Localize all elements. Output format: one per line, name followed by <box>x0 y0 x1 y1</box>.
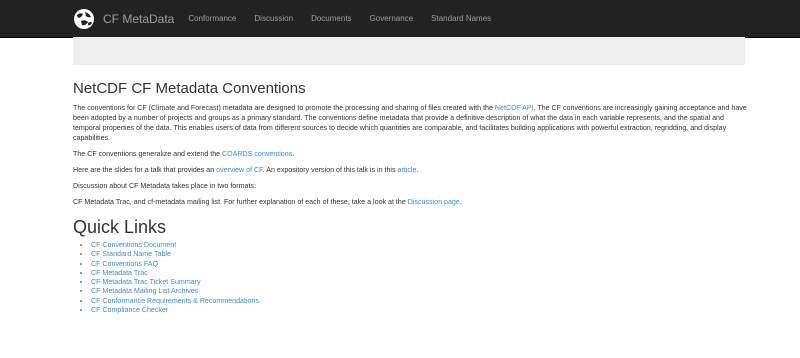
article-link[interactable]: article <box>398 166 417 174</box>
nav-documents[interactable]: Documents <box>311 14 351 23</box>
quick-link-mailing-list-archives[interactable]: CF Metadata Mailing List Archives <box>91 287 198 295</box>
trac-paragraph: CF Metadata Trac, and cf-metadata mailin… <box>73 197 753 207</box>
quick-links-heading: Quick Links <box>73 217 167 237</box>
list-item: CF Metadata Mailing List Archives <box>91 287 753 296</box>
quick-links-list: CF Conventions Document CF Standard Name… <box>73 241 753 315</box>
nav-standard-names[interactable]: Standard Names <box>431 14 491 23</box>
quick-link-compliance-checker[interactable]: CF Compliance Checker <box>91 306 168 314</box>
netcdf-api-link[interactable]: NetCDF API <box>495 104 534 112</box>
brand-link[interactable]: CF MetaData <box>73 8 174 30</box>
overview-link[interactable]: overview of CF <box>216 166 263 174</box>
nav-discussion[interactable]: Discussion <box>254 14 293 23</box>
intro-paragraph: The conventions for CF (Climate and Fore… <box>73 103 753 143</box>
list-item: CF Conventions FAQ <box>91 260 753 269</box>
nav-conformance[interactable]: Conformance <box>188 14 236 23</box>
coards-paragraph: The CF conventions generalize and extend… <box>73 149 753 159</box>
quick-link-conformance-requirements[interactable]: CF Conformance Requirements & Recommenda… <box>91 297 259 305</box>
quick-link-faq[interactable]: CF Conventions FAQ <box>91 260 158 268</box>
list-item: CF Standard Name Table <box>91 250 753 259</box>
coards-link[interactable]: COARDS conventions <box>222 150 292 158</box>
brand-label: CF MetaData <box>103 11 175 26</box>
coards-text-2: . <box>292 150 295 158</box>
jumbotron-banner <box>73 37 745 65</box>
list-item: CF Conformance Requirements & Recommenda… <box>91 297 753 306</box>
slides-text-3: . <box>416 166 419 174</box>
list-item: CF Compliance Checker <box>91 306 753 315</box>
coards-text-1: The CF conventions generalize and extend… <box>73 150 223 158</box>
slides-text-1: Here are the slides for a talk that prov… <box>73 166 217 174</box>
list-item: CF Metadata Trac Ticket Summary <box>91 278 753 287</box>
discussion-formats-paragraph: Discussion about CF Metadata takes place… <box>73 182 256 190</box>
intro-text-1: The conventions for CF (Climate and Fore… <box>73 104 495 112</box>
globe-logo-icon <box>74 8 94 29</box>
list-item: CF Metadata Trac <box>91 269 753 278</box>
quick-link-standard-name-table[interactable]: CF Standard Name Table <box>91 250 171 258</box>
quick-link-ticket-summary[interactable]: CF Metadata Trac Ticket Summary <box>91 278 201 286</box>
discussion-page-link[interactable]: Discussion page <box>408 198 460 206</box>
list-item: CF Conventions Document <box>91 241 753 250</box>
nav-governance[interactable]: Governance <box>370 14 414 23</box>
page-title: NetCDF CF Metadata Conventions <box>73 80 306 97</box>
trac-text-1: CF Metadata Trac, and cf-metadata mailin… <box>73 198 408 206</box>
quick-link-conventions-document[interactable]: CF Conventions Document <box>91 241 176 249</box>
main-content: NetCDF CF Metadata Conventions The conve… <box>73 80 753 315</box>
trac-text-2: . <box>459 198 462 206</box>
slides-text-2: . An expository version of this talk is … <box>262 166 398 174</box>
slides-paragraph: Here are the slides for a talk that prov… <box>73 165 753 175</box>
quick-link-trac[interactable]: CF Metadata Trac <box>91 269 148 277</box>
top-navbar: CF MetaData Conformance Discussion Docum… <box>0 0 800 38</box>
